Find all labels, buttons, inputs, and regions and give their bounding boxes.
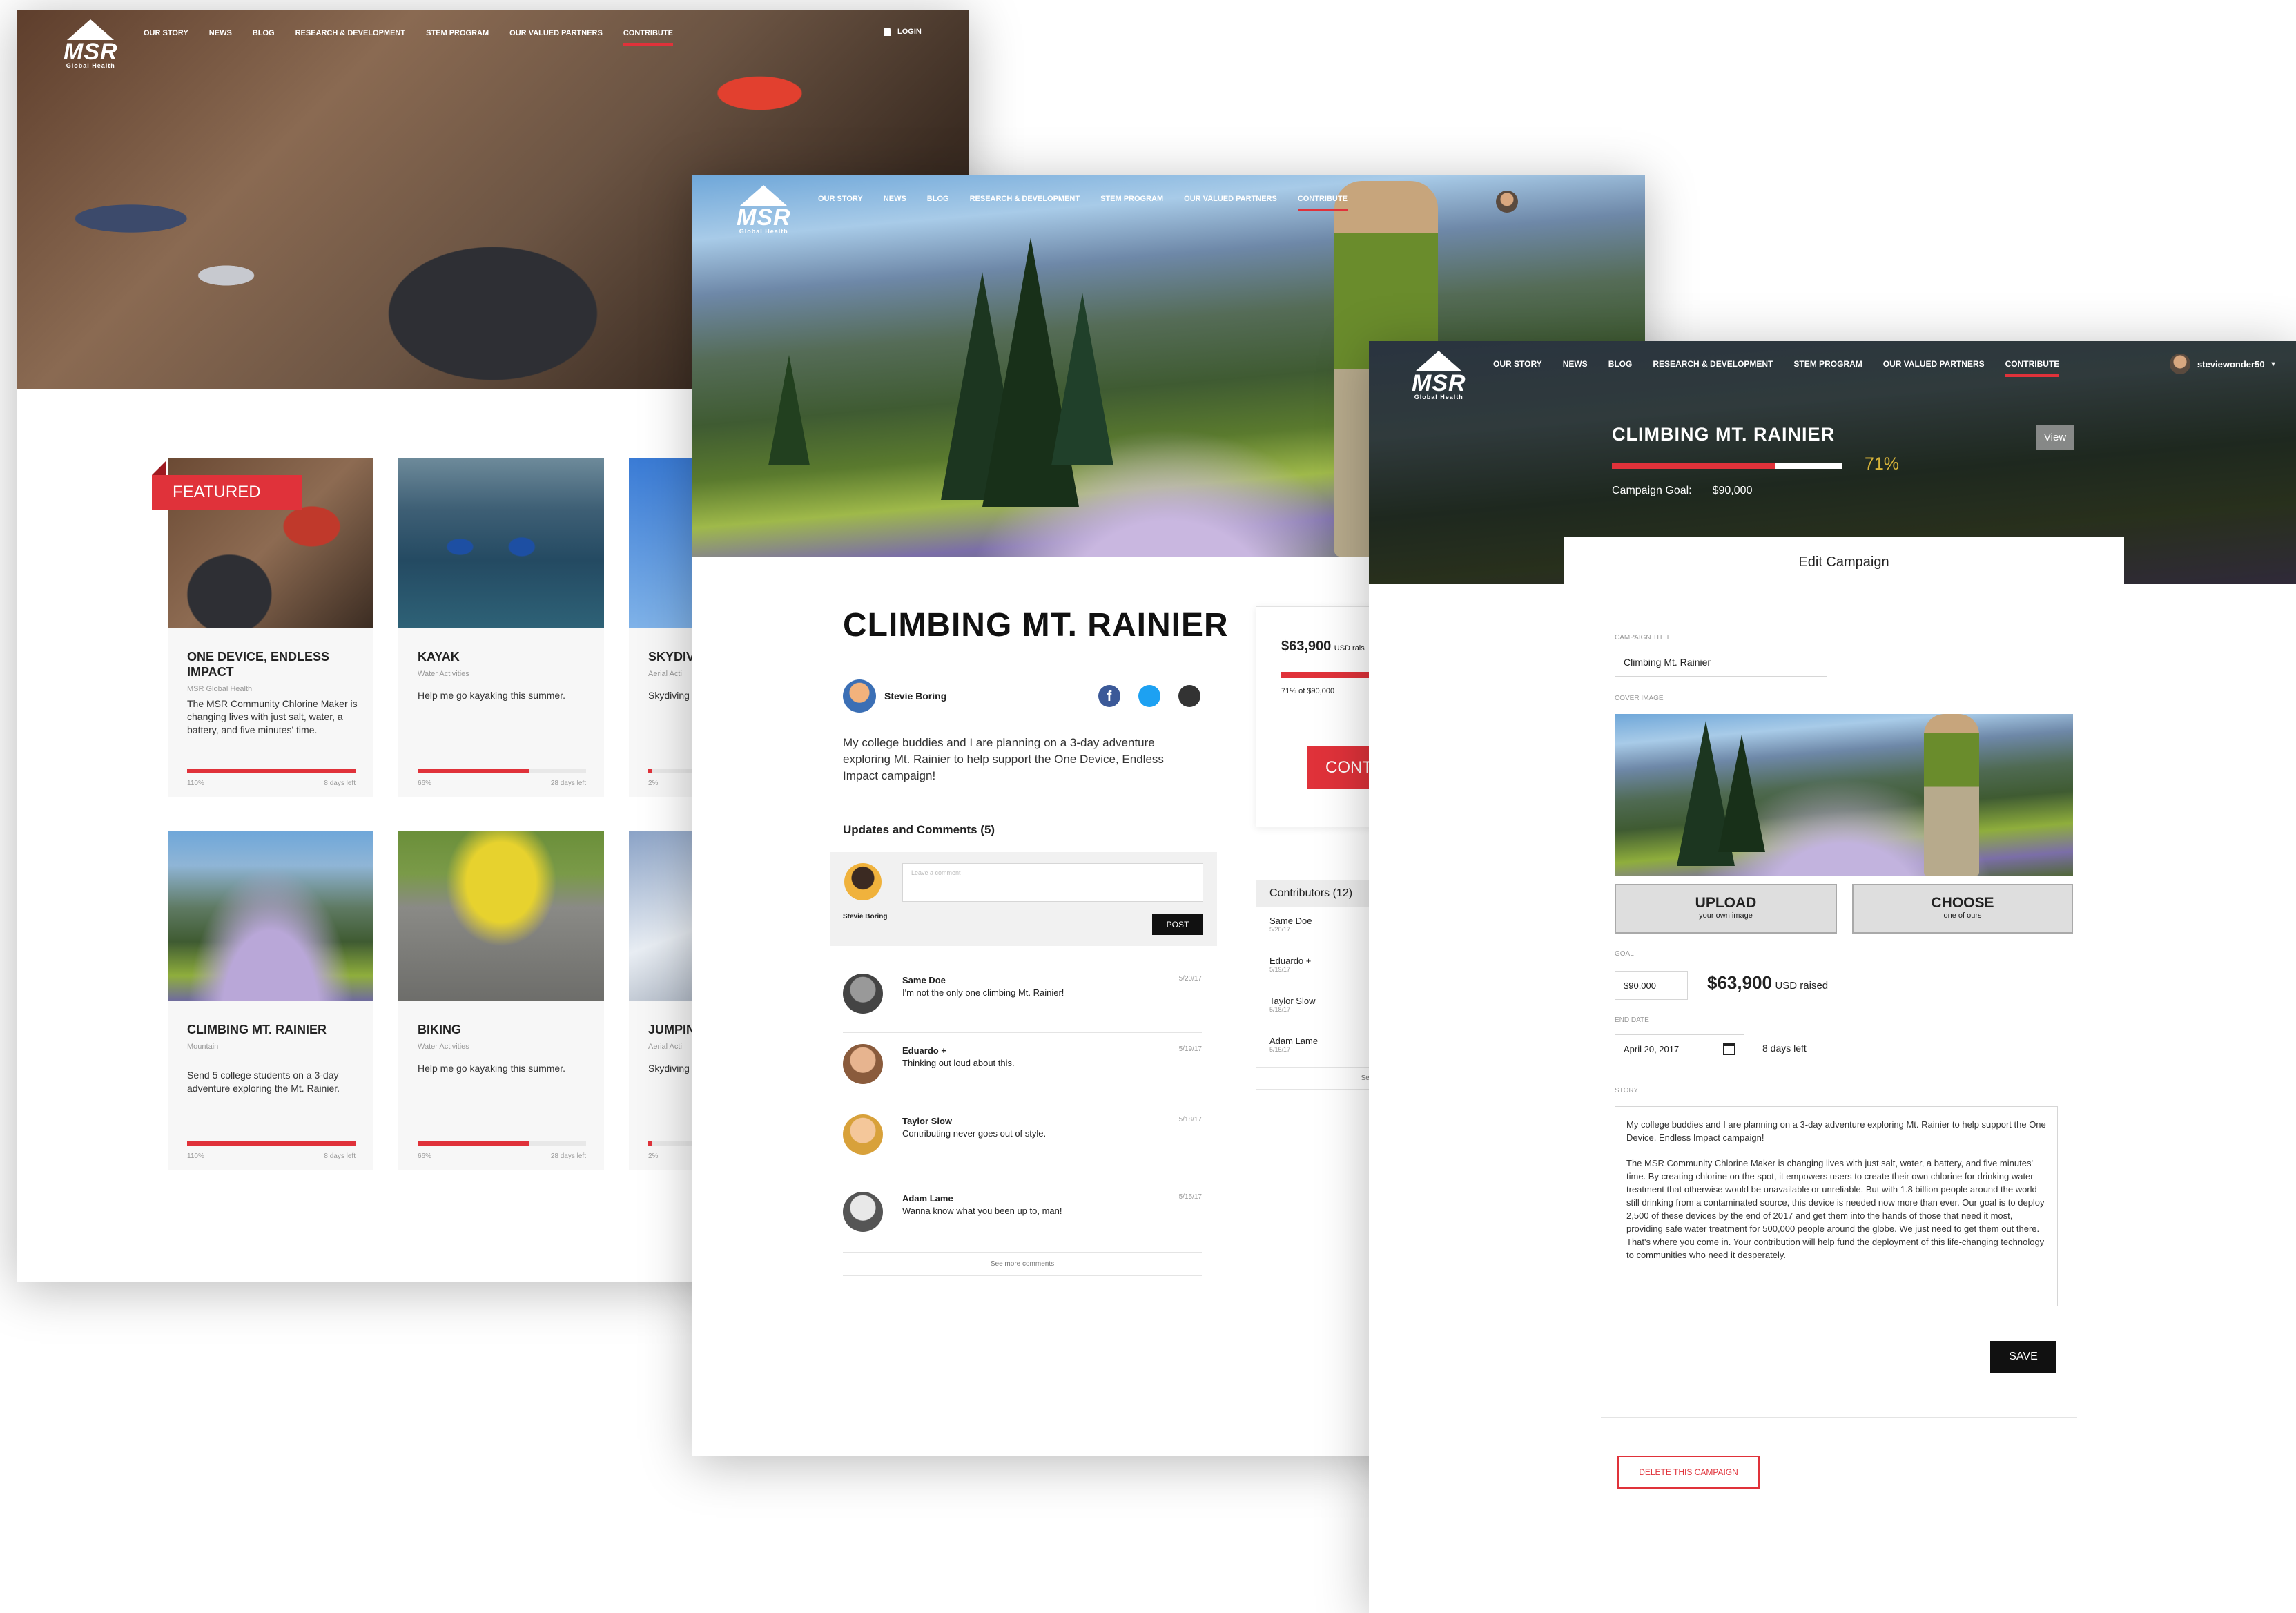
- nav-research[interactable]: Research & Development: [970, 195, 1080, 203]
- mountain-icon: [1415, 351, 1463, 371]
- nav-our-story[interactable]: Our Story: [818, 195, 863, 203]
- msr-logo[interactable]: MSR Global Health: [1412, 351, 1466, 400]
- nav-partners[interactable]: Our Valued Partners: [1883, 359, 1985, 369]
- chevron-down-icon: ▾: [2271, 360, 2275, 368]
- edit-campaign-tab[interactable]: Edit Campaign: [1564, 537, 2124, 584]
- main-nav: Our Story News Blog Research & Developme…: [1493, 359, 2059, 377]
- campaign-card[interactable]: Kayak Water Activities Help me go kayaki…: [398, 458, 604, 797]
- comment-item: Same Doe I'm not the only one climbing M…: [843, 963, 1202, 1033]
- user-avatar[interactable]: [1496, 191, 1518, 213]
- edit-campaign-page: MSR Global Health Our Story News Blog Re…: [1369, 341, 2296, 1613]
- card-image: [168, 831, 373, 1001]
- commenter-avatar: [844, 863, 882, 900]
- delete-campaign-button[interactable]: Delete this campaign: [1617, 1456, 1760, 1489]
- campaign-card[interactable]: Biking Water Activities Help me go kayak…: [398, 831, 604, 1170]
- comments-list: Same Doe I'm not the only one climbing M…: [843, 963, 1202, 1276]
- comment-item: Taylor Slow Contributing never goes out …: [843, 1103, 1202, 1179]
- twitter-icon[interactable]: [1138, 685, 1160, 707]
- nav-contribute[interactable]: Contribute: [1297, 195, 1348, 211]
- nav-contribute[interactable]: Contribute: [2005, 359, 2059, 377]
- comment-input[interactable]: Leave a comment: [902, 863, 1203, 902]
- author-avatar: [843, 679, 876, 713]
- nav-partners[interactable]: Our Valued Partners: [1184, 195, 1277, 203]
- divider: [1601, 1417, 2077, 1418]
- featured-badge: Featured: [152, 461, 302, 510]
- nav-partners[interactable]: Our Valued Partners: [509, 29, 603, 37]
- progress-bar: [418, 1141, 586, 1146]
- user-menu[interactable]: steviewonder50 ▾: [2170, 354, 2275, 374]
- post-button[interactable]: Post: [1152, 914, 1203, 935]
- progress-bar: [187, 1141, 356, 1146]
- nav-news[interactable]: News: [884, 195, 906, 203]
- main-nav: Our Story News Blog Research & Developme…: [144, 29, 674, 46]
- campaign-story: My college buddies and I are planning on…: [843, 736, 1164, 782]
- comment-avatar: [843, 1114, 883, 1155]
- campaign-title-input[interactable]: Climbing Mt. Rainier: [1615, 648, 1827, 677]
- comment-avatar: [843, 1044, 883, 1084]
- nav-our-story[interactable]: Our Story: [1493, 359, 1542, 369]
- comment-avatar: [843, 1192, 883, 1232]
- card-image: [398, 458, 604, 628]
- mountain-icon: [740, 185, 788, 206]
- nav-news[interactable]: News: [209, 29, 232, 37]
- msr-logo[interactable]: MSR Global Health: [64, 19, 118, 69]
- card-image: [398, 831, 604, 1001]
- comment-avatar: [843, 974, 883, 1014]
- story-textarea[interactable]: My college buddies and I are planning on…: [1615, 1106, 2058, 1306]
- login-link[interactable]: Login: [884, 28, 922, 36]
- nav-stem[interactable]: STEM Program: [1100, 195, 1163, 203]
- nav-blog[interactable]: Blog: [253, 29, 275, 37]
- author-name[interactable]: Stevie Boring: [884, 690, 946, 702]
- view-button[interactable]: View: [2036, 425, 2074, 450]
- nav-news[interactable]: News: [1563, 359, 1588, 369]
- main-nav: Our Story News Blog Research & Developme…: [818, 195, 1348, 211]
- see-more-comments[interactable]: See more comments: [843, 1253, 1202, 1276]
- comment-item: Adam Lame Wanna know what you been up to…: [843, 1179, 1202, 1253]
- campaign-card[interactable]: Climbing Mt. Rainier Mountain Send 5 col…: [168, 831, 373, 1170]
- end-date-input[interactable]: April 20, 2017: [1615, 1034, 1744, 1063]
- nav-research[interactable]: Research & Development: [1653, 359, 1773, 369]
- nav-research[interactable]: Research & Development: [295, 29, 406, 37]
- comment-composer: Stevie Boring Leave a comment Post: [830, 852, 1217, 946]
- campaign-title: Climbing Mt. Rainier: [843, 607, 1229, 644]
- progress-bar: [187, 769, 356, 773]
- campaign-progress-bar: [1612, 463, 1842, 469]
- goal-input[interactable]: $90,000: [1615, 971, 1688, 1000]
- upload-image-button[interactable]: Upload your own image: [1615, 884, 1837, 934]
- comment-item: Eduardo + Thinking out loud about this. …: [843, 1033, 1202, 1103]
- user-icon: [884, 28, 891, 36]
- nav-contribute[interactable]: Contribute: [623, 29, 674, 46]
- nav-blog[interactable]: Blog: [1608, 359, 1633, 369]
- facebook-icon[interactable]: f: [1098, 685, 1120, 707]
- nav-stem[interactable]: STEM Program: [426, 29, 489, 37]
- progress-percent: 71%: [1865, 454, 1900, 474]
- choose-image-button[interactable]: Choose one of ours: [1852, 884, 2073, 934]
- updates-heading: Updates and Comments (5): [843, 823, 995, 836]
- link-icon[interactable]: [1178, 685, 1200, 707]
- calendar-icon[interactable]: [1723, 1043, 1735, 1055]
- nav-our-story[interactable]: Our Story: [144, 29, 188, 37]
- user-avatar: [2170, 354, 2190, 374]
- cover-image: [1615, 714, 2073, 876]
- msr-logo[interactable]: MSR Global Health: [737, 185, 791, 235]
- nav-stem[interactable]: STEM Program: [1793, 359, 1862, 369]
- commenter-name: Stevie Boring: [843, 913, 888, 920]
- mountain-icon: [67, 19, 115, 40]
- save-button[interactable]: Save: [1990, 1341, 2056, 1373]
- nav-blog[interactable]: Blog: [927, 195, 949, 203]
- progress-bar: [418, 769, 586, 773]
- edit-hero-title: Climbing Mt. Rainier: [1612, 424, 1835, 445]
